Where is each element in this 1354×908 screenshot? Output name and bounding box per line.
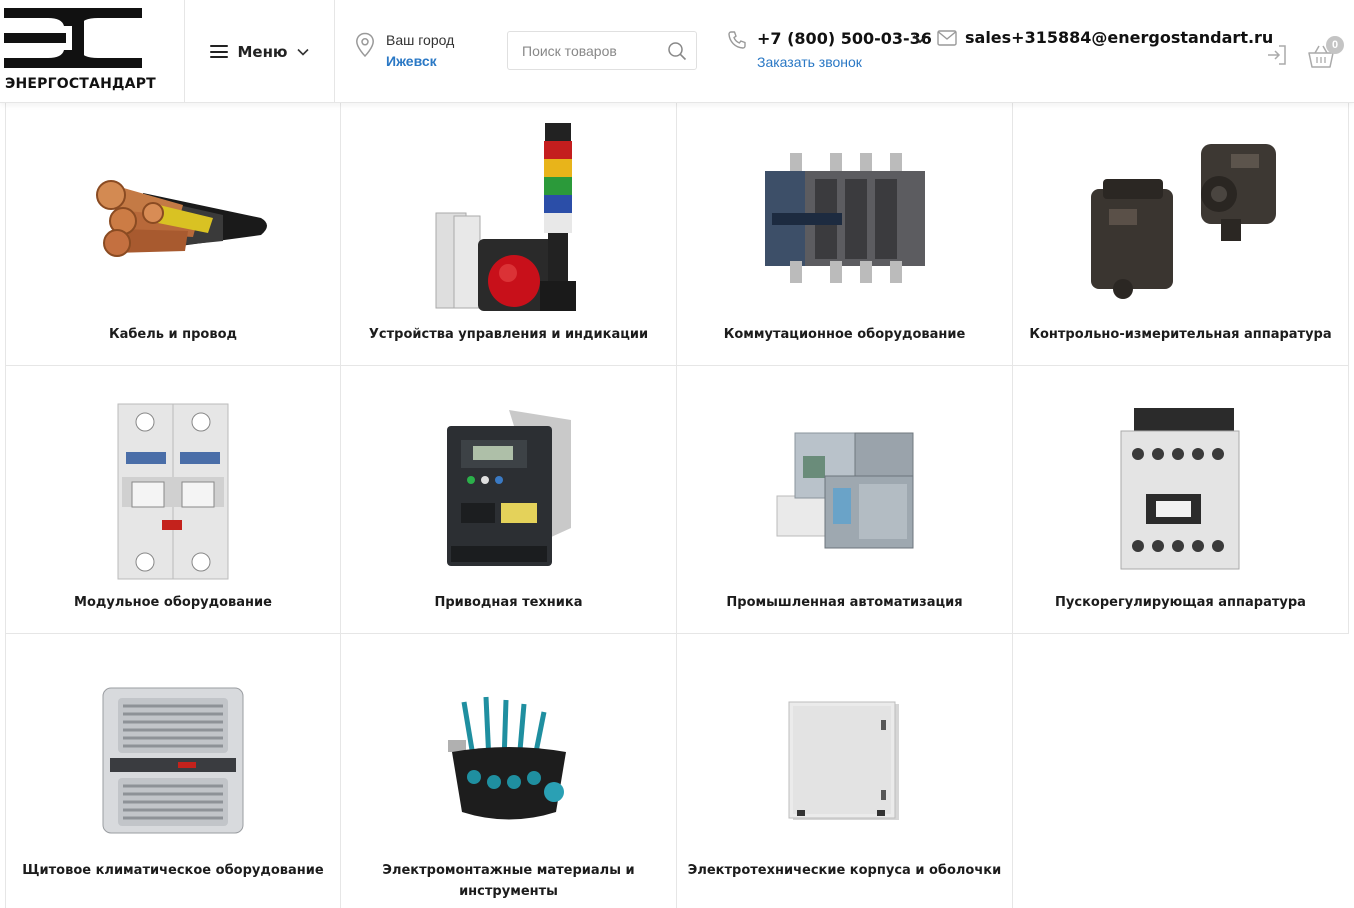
city-value[interactable]: Ижевск bbox=[386, 53, 437, 69]
switch-disconnector-image bbox=[677, 151, 1012, 286]
category-card-control-devices[interactable]: Устройства управления и индикации bbox=[341, 103, 677, 366]
category-label: Кабель и провод bbox=[108, 327, 238, 342]
chevron-down-icon bbox=[296, 48, 309, 56]
category-label: Электромонтажные материалы и инструменты bbox=[382, 863, 635, 899]
frequency-drive-image bbox=[341, 408, 676, 573]
logo-mark-icon bbox=[4, 8, 142, 68]
circuit-breaker-image bbox=[6, 402, 340, 582]
cabinet-cooler-image bbox=[6, 686, 340, 836]
category-card-drives[interactable]: Приводная техника bbox=[341, 366, 677, 634]
cable-image bbox=[6, 163, 340, 263]
category-label: Приводная техника bbox=[434, 595, 583, 610]
category-card-starters[interactable]: Пускорегулирующая аппаратура bbox=[1013, 366, 1349, 634]
tool-bag-image bbox=[341, 692, 676, 832]
category-label: Электротехнические корпуса и оболочки bbox=[687, 863, 1002, 878]
catalog-grid: Кабель и провод Устройства управления и … bbox=[5, 103, 1349, 908]
search-icon[interactable] bbox=[667, 41, 687, 61]
logo-text: ЭНЕРГОСТАНДАРТ bbox=[5, 76, 156, 92]
mail-icon bbox=[937, 30, 957, 46]
category-card-installation-tools[interactable]: Электромонтажные материалы и инструменты bbox=[341, 634, 677, 908]
category-card-switching[interactable]: Коммутационное оборудование bbox=[677, 103, 1013, 366]
contactor-image bbox=[1013, 406, 1348, 571]
phone-icon bbox=[728, 31, 746, 49]
city-selector[interactable]: Ваш город Ижевск bbox=[355, 30, 495, 74]
logo[interactable]: ЭНЕРГОСТАНДАРТ bbox=[0, 0, 185, 103]
phone-number[interactable]: +7 (800) 500-03-36 bbox=[757, 29, 932, 48]
category-label: Контрольно-измерительная аппаратура bbox=[1029, 327, 1332, 342]
menu-label: Меню bbox=[237, 42, 288, 61]
location-pin-icon bbox=[356, 32, 374, 58]
search-box bbox=[507, 31, 697, 70]
category-card-automation[interactable]: Промышленная автоматизация bbox=[677, 366, 1013, 634]
category-card-climate[interactable]: Щитовое климатическое оборудование bbox=[5, 634, 341, 908]
email-link[interactable]: sales+315884@energostandart.ru bbox=[965, 28, 1273, 47]
category-card-enclosures[interactable]: Электротехнические корпуса и оболочки bbox=[677, 634, 1013, 908]
category-label: Промышленная автоматизация bbox=[726, 595, 963, 610]
city-caption: Ваш город bbox=[386, 32, 455, 48]
signal-tower-image bbox=[341, 121, 676, 321]
menu-button[interactable]: Меню bbox=[185, 0, 335, 103]
login-icon[interactable] bbox=[1266, 44, 1288, 66]
category-label: Пускорегулирующая аппаратура bbox=[1055, 595, 1306, 610]
hamburger-icon bbox=[210, 45, 229, 58]
category-label: Устройства управления и индикации bbox=[368, 327, 649, 342]
callback-link[interactable]: Заказать звонок bbox=[757, 54, 862, 70]
search-input[interactable] bbox=[508, 32, 658, 69]
category-card-modular[interactable]: Модульное оборудование bbox=[5, 366, 341, 634]
cart-count-badge: 0 bbox=[1326, 36, 1344, 54]
category-label: Щитовое климатическое оборудование bbox=[22, 863, 324, 878]
category-card-cable[interactable]: Кабель и провод bbox=[5, 103, 341, 366]
category-label: Коммутационное оборудование bbox=[723, 327, 966, 342]
sensor-image bbox=[1013, 139, 1348, 304]
plc-image bbox=[677, 428, 1012, 553]
category-card-measuring[interactable]: Контрольно-измерительная аппаратура bbox=[1013, 103, 1349, 366]
enclosure-image bbox=[677, 700, 1012, 825]
category-label: Модульное оборудование bbox=[74, 595, 272, 610]
cart-button[interactable]: 0 bbox=[1308, 36, 1348, 70]
site-header: ЭНЕРГОСТАНДАРТ Меню Ваш город Ижевск +7 … bbox=[0, 0, 1354, 103]
phone-chevron-down-icon[interactable] bbox=[912, 33, 928, 45]
